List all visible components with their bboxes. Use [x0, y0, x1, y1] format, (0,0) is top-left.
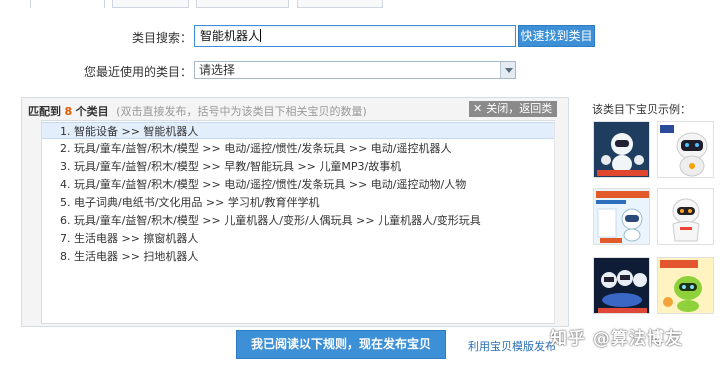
list-item[interactable]: 4. 玩具/童车/益智/积木/模型 >> 电动/遥控/惯性/发条玩具 >> 电动…	[42, 176, 554, 193]
list-item[interactable]: 5. 电子词典/电纸书/文化用品 >> 学习机/教育伴学机	[42, 194, 554, 211]
list-item[interactable]: 1. 智能设备 >> 智能机器人	[42, 122, 554, 139]
category-search-input[interactable]: 智能机器人	[194, 25, 516, 47]
chevron-down-icon[interactable]	[500, 62, 515, 78]
search-label: 类目搜索：	[131, 31, 192, 45]
list-item[interactable]: 8. 生活电器 >> 扫地机器人	[42, 248, 554, 265]
examples-title: 该类目下宝贝示例：	[592, 103, 691, 116]
product-thumbnail[interactable]	[657, 257, 714, 314]
quick-find-category-button[interactable]: 快速找到类目	[518, 25, 595, 47]
list-item[interactable]: 7. 生活电器 >> 擦窗机器人	[42, 230, 554, 247]
search-input-value: 智能机器人	[200, 29, 261, 43]
robot-image	[594, 122, 649, 177]
robot-image	[658, 258, 713, 313]
category-match-list: 1. 智能设备 >> 智能机器人 2. 玩具/童车/益智/积木/模型 >> 电动…	[41, 120, 555, 324]
tab-4[interactable]: 发布	[297, 0, 383, 8]
list-divider	[554, 121, 555, 323]
close-icon: ✕	[473, 102, 483, 115]
recent-category-label: 您最近使用的类目：	[83, 65, 192, 79]
product-thumbnail[interactable]	[657, 121, 714, 178]
tab-2[interactable]: 品类	[112, 0, 189, 8]
recent-category-select[interactable]: 请选择	[194, 61, 516, 79]
tab-3[interactable]: 平台	[196, 0, 289, 8]
match-hint: (双击直接发布，括号中为该类目下相关宝贝的数量)	[116, 105, 367, 118]
robot-image	[658, 189, 713, 244]
match-suffix: 个类目	[75, 105, 109, 118]
match-prefix: 匹配到	[28, 105, 61, 118]
top-tab-strip: 类目 品类 平台 发布	[0, 0, 720, 8]
list-item[interactable]: 2. 玩具/童车/益智/积木/模型 >> 电动/遥控/惯性/发条玩具 >> 电动…	[42, 140, 554, 157]
product-thumbnail[interactable]	[657, 188, 714, 245]
match-count: 8	[64, 105, 73, 118]
watermark: 知乎 @算法博友	[550, 329, 683, 349]
template-publish-link[interactable]: 利用宝贝模版发布	[468, 338, 556, 354]
match-panel: 匹配到 8 个类目 (双击直接发布，括号中为该类目下相关宝贝的数量) ✕ 关闭，返…	[21, 97, 569, 327]
list-item[interactable]: 3. 玩具/童车/益智/积木/模型 >> 早教/智能玩具 >> 儿童MP3/故事…	[42, 158, 554, 175]
publish-item-button[interactable]: 我已阅读以下规则，现在发布宝贝	[236, 330, 446, 359]
product-thumbnail[interactable]	[593, 121, 650, 178]
robot-image	[594, 258, 649, 313]
product-thumbnail[interactable]	[593, 257, 650, 314]
robot-image	[594, 189, 649, 244]
match-summary: 匹配到 8 个类目 (双击直接发布，括号中为该类目下相关宝贝的数量)	[28, 103, 367, 119]
close-return-button[interactable]: ✕关闭，返回类目	[469, 101, 557, 131]
tab-1[interactable]: 类目	[30, 0, 105, 8]
list-item[interactable]: 6. 玩具/童车/益智/积木/模型 >> 儿童机器人/变形/人偶玩具 >> 儿童…	[42, 212, 554, 229]
recent-select-value: 请选择	[199, 63, 236, 77]
robot-image	[658, 122, 713, 177]
product-thumbnail[interactable]	[593, 188, 650, 245]
